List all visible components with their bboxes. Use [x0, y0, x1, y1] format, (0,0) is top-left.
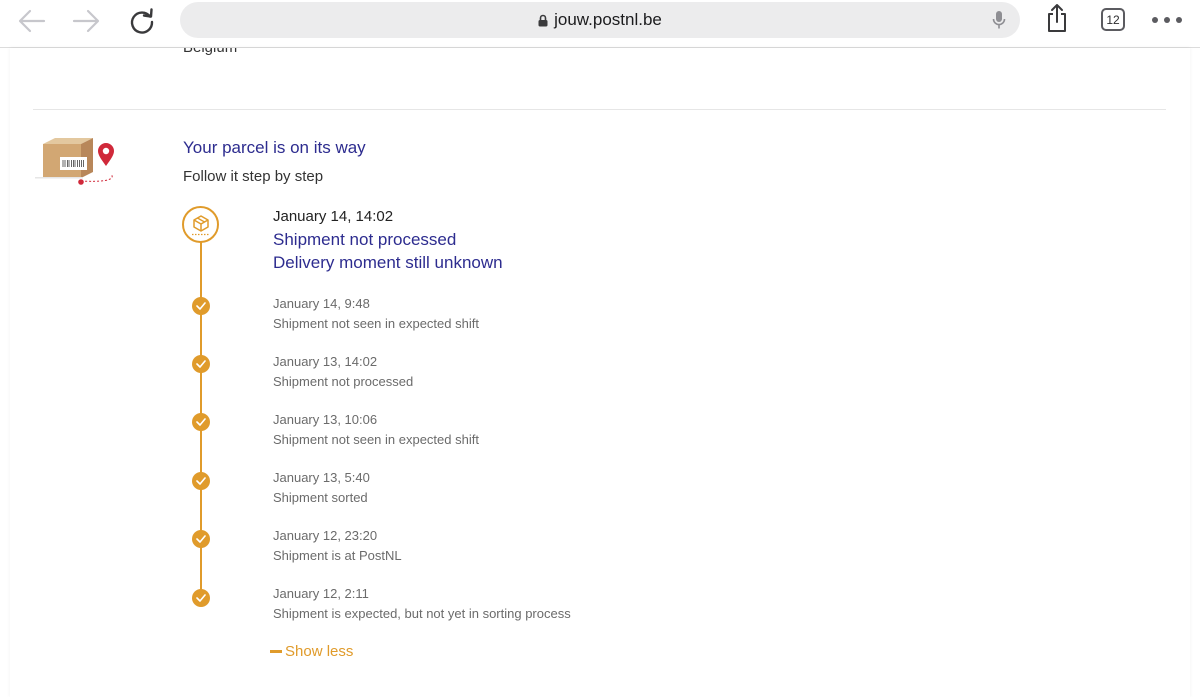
arrow-right-icon [72, 9, 100, 33]
check-icon [192, 413, 210, 431]
current-event-date: January 14, 14:02 [273, 208, 394, 225]
event-description: Shipment is at PostNL [273, 548, 402, 563]
share-button[interactable] [1039, 3, 1075, 33]
minus-icon [270, 650, 282, 653]
event-description: Shipment not seen in expected shift [273, 432, 479, 447]
divider [33, 109, 1166, 110]
show-less-button[interactable]: Show less [270, 643, 353, 660]
check-icon [192, 589, 210, 607]
event-date: January 12, 23:20 [273, 528, 378, 543]
section-subtitle: Follow it step by step [183, 168, 324, 185]
lock-icon [538, 14, 548, 27]
current-event-note: Delivery moment still unknown [273, 253, 503, 272]
event-date: January 13, 10:06 [273, 412, 378, 427]
event-description: Shipment is expected, but not yet in sor… [273, 606, 571, 621]
event-description: Shipment not seen in expected shift [273, 316, 479, 331]
check-icon [192, 355, 210, 373]
arrow-left-icon [18, 9, 46, 33]
check-icon [192, 530, 210, 548]
browser-toolbar: jouw.postnl.be 12 [0, 0, 1200, 48]
microphone-button[interactable] [988, 9, 1010, 31]
check-icon [192, 472, 210, 490]
address-country: Belgium [183, 48, 237, 56]
show-less-label: Show less [285, 643, 354, 660]
tabs-button[interactable]: 12 [1101, 8, 1125, 31]
event-date: January 14, 9:48 [273, 296, 370, 311]
event-date: January 13, 5:40 [273, 470, 370, 485]
url-text: jouw.postnl.be [554, 10, 662, 29]
package-icon [182, 206, 219, 243]
parcel-location-icon [35, 136, 119, 193]
back-button[interactable] [14, 6, 50, 36]
address-bar[interactable]: jouw.postnl.be [180, 2, 1020, 38]
share-icon [1048, 4, 1066, 32]
microphone-icon [992, 11, 1006, 29]
forward-button[interactable] [68, 6, 104, 36]
reload-button[interactable] [124, 6, 160, 36]
more-dots-icon[interactable] [1152, 16, 1182, 24]
check-icon [192, 297, 210, 315]
tracking-page: Belgium Your parcel is on its way Follow… [10, 48, 1190, 697]
section-title: Your parcel is on its way [183, 138, 366, 157]
event-description: Shipment not processed [273, 374, 414, 389]
reload-icon [130, 8, 154, 34]
current-event-status: Shipment not processed [273, 230, 457, 249]
event-date: January 12, 2:11 [273, 586, 369, 601]
event-date: January 13, 14:02 [273, 354, 378, 369]
event-description: Shipment sorted [273, 490, 368, 505]
